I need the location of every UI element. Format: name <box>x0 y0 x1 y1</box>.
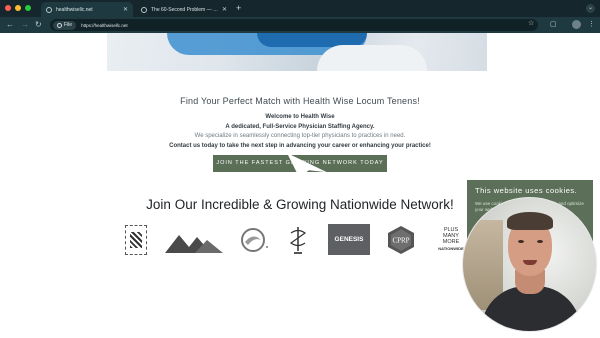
browser-tab-strip: healthwisellc.net ✕ The 60-Second Proble… <box>0 0 600 17</box>
site-info-chip[interactable]: File <box>53 20 77 30</box>
maximize-window-button[interactable] <box>25 5 31 11</box>
tab-search-icon[interactable]: ⌄ <box>586 4 595 13</box>
presenter-eye <box>537 240 543 243</box>
intro-text: Welcome to Health Wise A dedicated, Full… <box>0 113 600 151</box>
partner-logo-circle <box>241 228 268 252</box>
new-tab-button[interactable]: + <box>236 3 241 13</box>
tab-60-second-problem[interactable]: The 60-Second Problem — … ✕ <box>136 2 232 17</box>
tab-healthwise[interactable]: healthwisellc.net ✕ <box>41 2 133 17</box>
site-info-label: File <box>64 22 73 28</box>
tagline: A dedicated, Full-Service Physician Staf… <box>225 123 375 130</box>
genesis-wordmark: GENESIS <box>334 236 364 243</box>
globe-icon <box>46 6 52 13</box>
hero-image-detail <box>317 45 427 71</box>
partner-logo-crest <box>125 225 147 255</box>
screen: healthwisellc.net ✕ The 60-Second Proble… <box>0 0 600 338</box>
reload-icon[interactable]: ↻ <box>35 19 42 31</box>
specialize-line: We specialize in seamlessly connecting t… <box>194 133 406 139</box>
close-tab-icon[interactable]: ✕ <box>222 6 227 13</box>
presenter-eye <box>518 240 524 243</box>
page-headline: Find Your Perfect Match with Health Wise… <box>180 96 420 106</box>
cookie-banner-title: This website uses cookies. <box>475 186 578 195</box>
back-icon[interactable]: ← <box>6 19 14 31</box>
browser-toolbar: ← → ↻ File https://healthwisellc.net ☆ ▢… <box>0 17 600 33</box>
nationwide-label: NATIONWIDE <box>438 245 464 251</box>
partner-logo-mountains <box>165 235 223 253</box>
partner-logos: GENESIS CPRP PLUS MANY MORE NATIONWIDE <box>120 222 465 258</box>
hero-image <box>107 33 487 71</box>
close-window-button[interactable] <box>5 5 11 11</box>
welcome-line: Welcome to Health Wise <box>265 114 335 120</box>
contact-line: Contact us today to take the next step i… <box>169 142 431 149</box>
profile-icon[interactable] <box>572 20 581 29</box>
cprp-wordmark: CPRP <box>392 237 409 245</box>
window-controls <box>5 5 31 11</box>
partner-logo-cprp: CPRP <box>388 226 414 254</box>
address-bar[interactable]: File https://healthwisellc.net <box>50 19 538 31</box>
info-icon <box>57 22 62 28</box>
extensions-icon[interactable]: ▢ <box>550 20 557 30</box>
forward-icon[interactable]: → <box>21 19 29 31</box>
minimize-window-button[interactable] <box>15 5 21 11</box>
partner-logo-caduceus <box>289 227 307 254</box>
globe-icon <box>141 6 147 13</box>
close-tab-icon[interactable]: ✕ <box>123 6 128 13</box>
partner-logo-genesis: GENESIS <box>328 224 370 255</box>
webcam-overlay <box>462 197 597 332</box>
menu-icon[interactable]: ⋮ <box>588 20 595 30</box>
tab-title: healthwisellc.net <box>56 6 93 13</box>
star-icon[interactable]: ☆ <box>528 19 534 27</box>
tab-title: The 60-Second Problem — … <box>151 6 218 13</box>
url-text[interactable]: https://healthwisellc.net <box>81 23 128 28</box>
presenter-hair <box>507 212 553 230</box>
